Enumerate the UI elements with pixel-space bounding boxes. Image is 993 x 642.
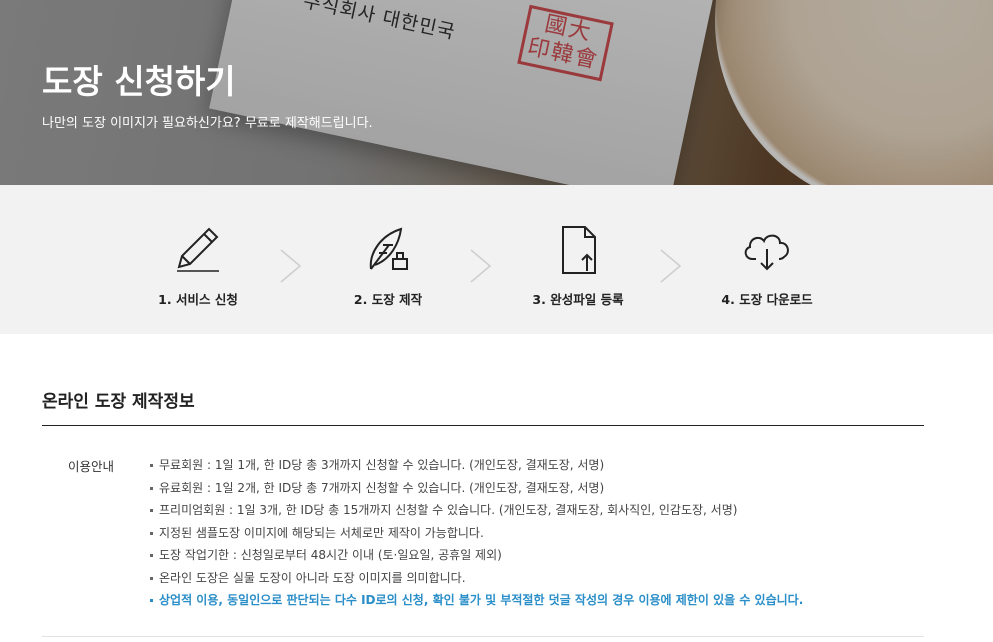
cloud-download-icon bbox=[744, 234, 789, 271]
list-item: 프리미엄회원 : 1일 3개, 한 ID당 총 15개까지 신청할 수 있습니다… bbox=[150, 499, 803, 522]
feather-stamp-icon bbox=[369, 227, 408, 270]
list-item: 지정된 샘플도장 이미지에 해당되는 서체로만 제작이 가능합니다. bbox=[150, 522, 803, 545]
file-upload-icon bbox=[562, 226, 596, 274]
step-stamp-making: 2. 도장 제작 bbox=[308, 185, 468, 334]
bottom-divider bbox=[42, 636, 924, 637]
restriction-notice: 상업적 이용, 동일인으로 판단되는 다수 ID로의 신청, 확인 불가 및 부… bbox=[150, 589, 803, 612]
page-subtitle: 나만의 도장 이미지가 필요하신가요? 무료로 제작해드립니다. bbox=[42, 116, 373, 131]
page-title: 도장 신청하기 bbox=[42, 62, 236, 101]
usage-guide-list: 무료회원 : 1일 1개, 한 ID당 총 3개까지 신청할 수 있습니다. (… bbox=[150, 454, 803, 612]
process-steps: 1. 서비스 신청 2. 도장 제작 3. 완성파일 등록 4. 도장 다운로드 bbox=[0, 185, 993, 334]
step-label: 1. 서비스 신청 bbox=[158, 292, 238, 307]
step-file-upload: 3. 완성파일 등록 bbox=[498, 185, 658, 334]
list-item: 도장 작업기한 : 신청일로부터 48시간 이내 (토·일요일, 공휴일 제외) bbox=[150, 544, 803, 567]
step-stamp-download: 4. 도장 다운로드 bbox=[687, 185, 847, 334]
hero-banner: 주식회사 대한민국 國大 印韓會 도장 신청하기 나만의 도장 이미지가 필요하… bbox=[0, 0, 993, 185]
list-item: 무료회원 : 1일 1개, 한 ID당 총 3개까지 신청할 수 있습니다. (… bbox=[150, 454, 803, 477]
step-service-request: 1. 서비스 신청 bbox=[118, 185, 278, 334]
list-item: 온라인 도장은 실물 도장이 아니라 도장 이미지를 의미합니다. bbox=[150, 567, 803, 590]
step-label: 3. 완성파일 등록 bbox=[532, 292, 624, 307]
chevron-right-icon bbox=[660, 249, 682, 283]
section-title: 온라인 도장 제작정보 bbox=[42, 392, 195, 412]
chevron-right-icon bbox=[470, 249, 492, 283]
step-label: 4. 도장 다운로드 bbox=[721, 292, 813, 307]
step-label: 2. 도장 제작 bbox=[353, 292, 423, 307]
pencil-icon bbox=[177, 227, 219, 272]
list-item: 유료회원 : 1일 2개, 한 ID당 총 7개까지 신청할 수 있습니다. (… bbox=[150, 477, 803, 500]
chevron-right-icon bbox=[280, 249, 302, 283]
usage-guide-label: 이용안내 bbox=[68, 459, 115, 474]
section-divider bbox=[42, 425, 924, 426]
